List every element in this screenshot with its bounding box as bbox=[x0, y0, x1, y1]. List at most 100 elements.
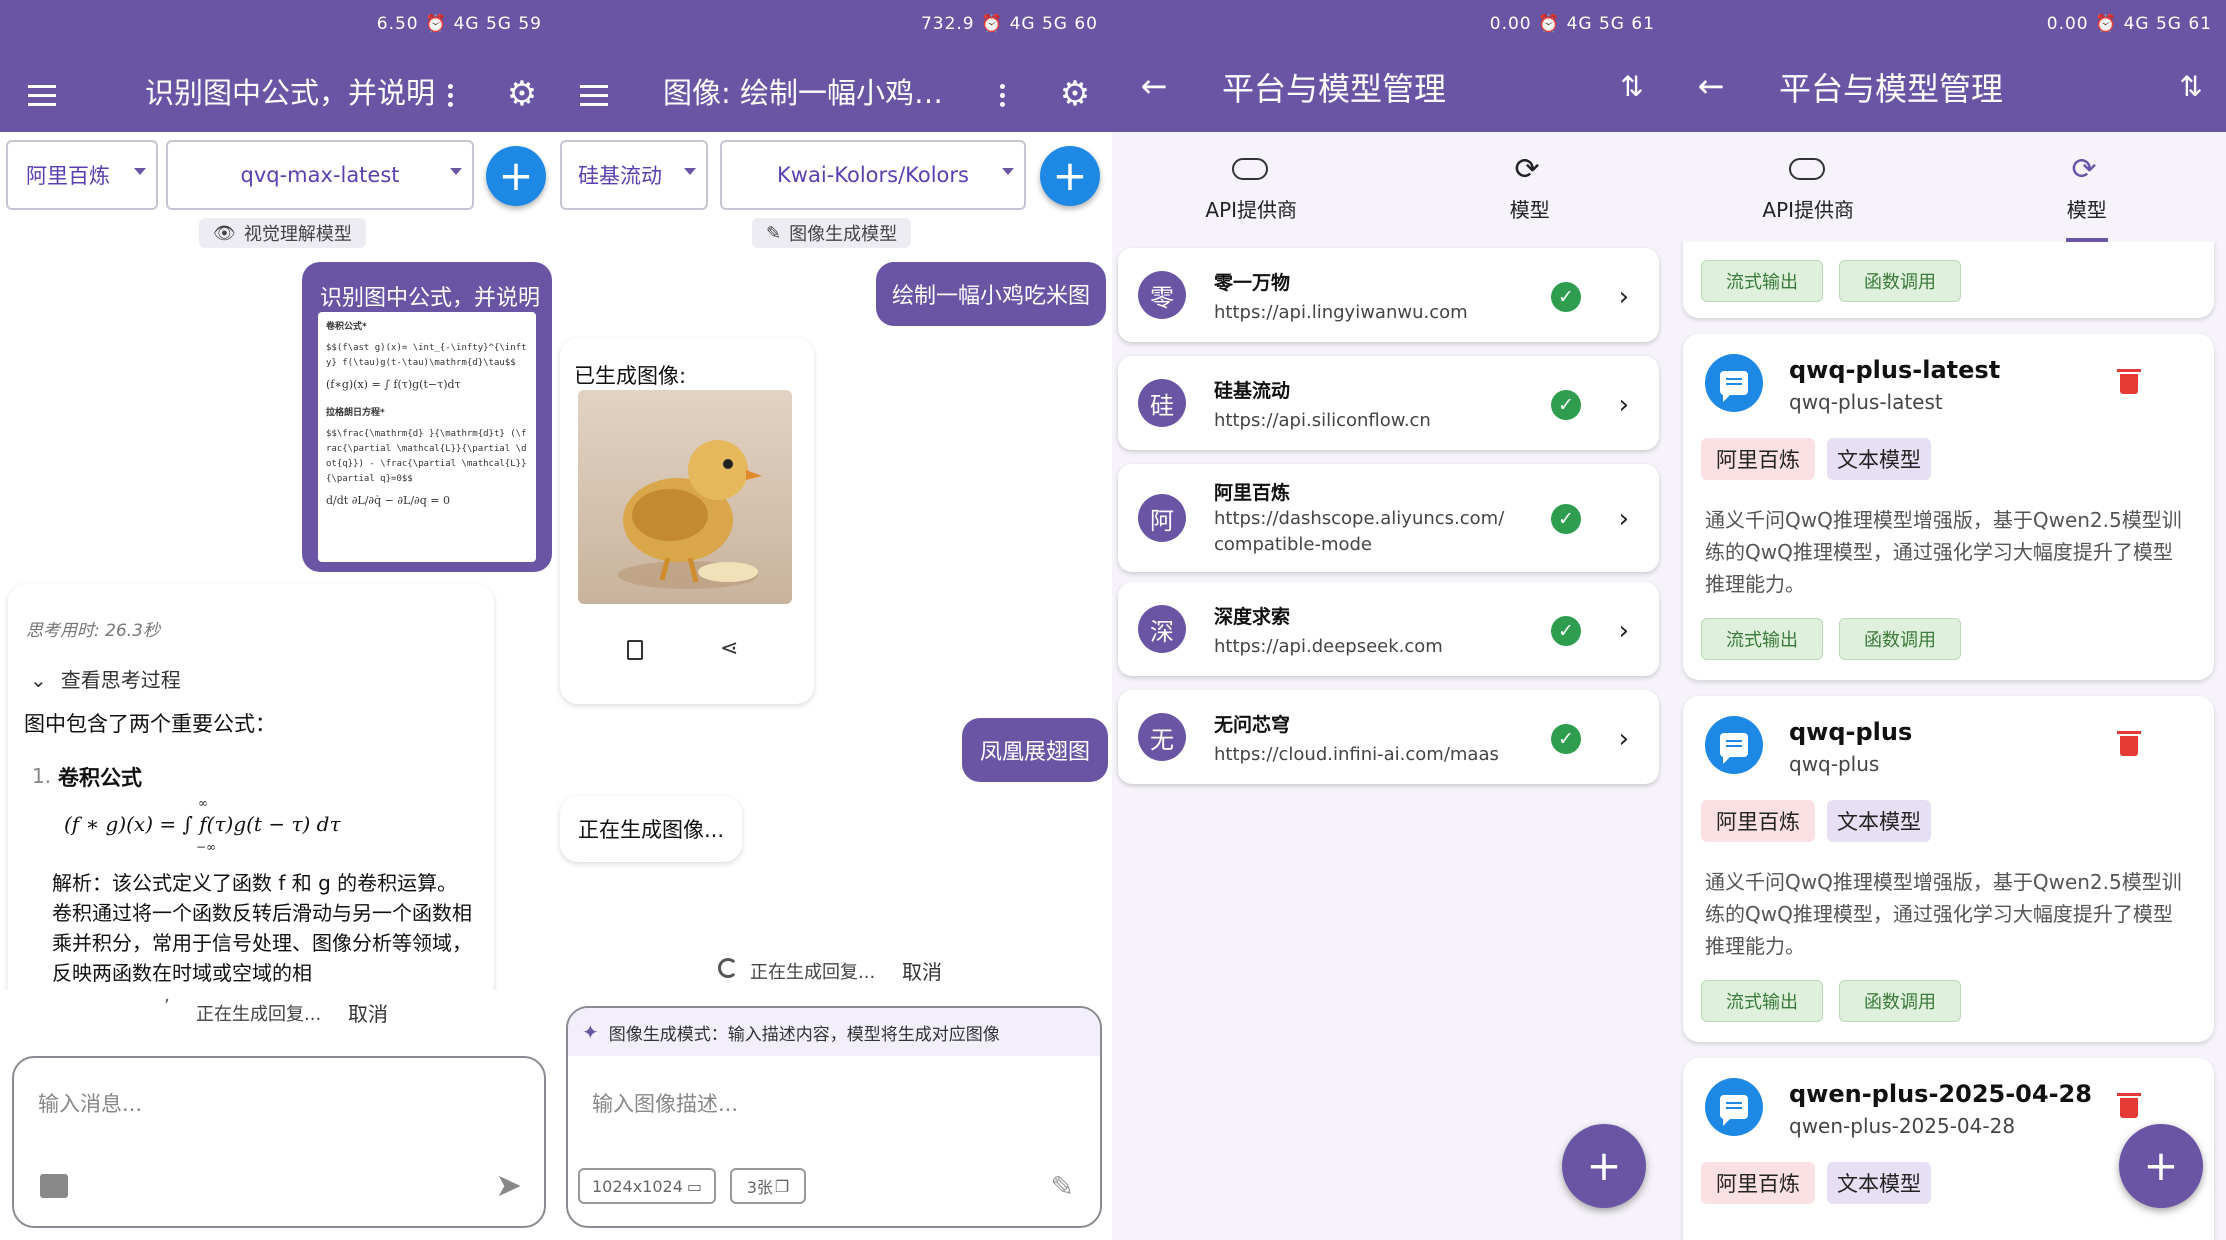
model-card[interactable]: qwq-plus qwq-plus 阿里百炼 文本模型 通义千问QwQ推理模型增… bbox=[1683, 696, 2214, 1042]
add-button[interactable]: + bbox=[486, 146, 546, 206]
delete-icon[interactable] bbox=[2117, 369, 2141, 394]
chevron-down-icon: ⌄ bbox=[30, 668, 47, 692]
model-type-badge: 👁 视觉理解模型 bbox=[199, 218, 366, 248]
assistant-message: 思考用时: 26.3秒 ⌄ 查看思考过程 图中包含了两个重要公式： 1. 卷积公式… bbox=[8, 584, 494, 1004]
check-circle-icon: ✓ bbox=[1551, 616, 1581, 646]
menu-icon[interactable] bbox=[22, 75, 62, 115]
provider-avatar: 阿 bbox=[1138, 494, 1186, 542]
image-icon[interactable] bbox=[40, 1174, 68, 1198]
add-provider-button[interactable]: + bbox=[1562, 1124, 1646, 1208]
chick-image[interactable] bbox=[578, 390, 792, 604]
type-tag: 文本模型 bbox=[1827, 1162, 1931, 1204]
sort-icon[interactable]: ⇅ bbox=[2171, 66, 2211, 106]
chevron-down-icon bbox=[134, 168, 146, 175]
chevron-right-icon: › bbox=[1618, 390, 1629, 420]
provider-tag: 阿里百炼 bbox=[1701, 800, 1815, 842]
status-bar: 0.00 ⏰ 4G 5G 61 bbox=[1669, 0, 2226, 48]
provider-item[interactable]: 阿阿里百炼 https://dashscope.aliyuncs.com/comp… bbox=[1118, 464, 1659, 572]
tab-models[interactable]: ⟳ 模型 bbox=[1391, 132, 1670, 242]
provider-tag: 阿里百炼 bbox=[1701, 1162, 1815, 1204]
convolution-formula: (f ∗ g)(x) = ∫ f(τ)g(t − τ) dτ bbox=[64, 812, 341, 836]
generating-bar: 正在生成回复... 取消 bbox=[556, 950, 1112, 990]
model-dropdown[interactable]: qvq-max-latest bbox=[166, 140, 474, 210]
sparkle-icon: ✦ bbox=[582, 1020, 599, 1044]
tab-providers[interactable]: API提供商 bbox=[1112, 132, 1391, 242]
sort-icon[interactable]: ⇅ bbox=[1612, 66, 1652, 106]
provider-avatar: 无 bbox=[1138, 713, 1186, 761]
mode-hint: ✦ 图像生成模式：输入描述内容，模型将生成对应图像 bbox=[568, 1008, 1100, 1056]
provider-tag: 阿里百炼 bbox=[1701, 438, 1815, 480]
user-message: 凤凰展翅图 bbox=[962, 718, 1108, 782]
back-arrow-icon[interactable]: ← bbox=[1691, 66, 1731, 106]
tag-stream: 流式输出 bbox=[1701, 618, 1823, 660]
attached-image[interactable]: 卷积公式* $$(f\ast g)(x)= \int_{-\infty}^{\i… bbox=[318, 312, 536, 562]
chat-icon bbox=[1705, 1078, 1763, 1136]
provider-item[interactable]: 深深度求索 https://api.deepseek.com ✓ › bbox=[1118, 582, 1659, 676]
image-input-box: ✦ 图像生成模式：输入描述内容，模型将生成对应图像 输入图像描述... 1024x… bbox=[566, 1006, 1102, 1228]
more-icon[interactable] bbox=[430, 75, 470, 115]
tab-bar: API提供商 ⟳ 模型 bbox=[1112, 132, 1669, 242]
model-card-partial: 流式输出 函数调用 bbox=[1683, 242, 2214, 318]
settings-icon[interactable]: ⚙ bbox=[1053, 72, 1097, 116]
chevron-right-icon: › bbox=[1618, 504, 1629, 534]
check-circle-icon: ✓ bbox=[1551, 504, 1581, 534]
chevron-right-icon: › bbox=[1618, 616, 1629, 646]
chat-screen-vision: 6.50 ⏰ 4G 5G 59 识别图中公式，并说明 ⚙ 阿里百炼 qvq-ma… bbox=[0, 0, 556, 1240]
tab-models[interactable]: ⟳ 模型 bbox=[1948, 132, 2226, 242]
delete-icon[interactable] bbox=[2117, 1093, 2141, 1118]
model-card[interactable]: qwq-plus-latest qwq-plus-latest 阿里百炼 文本模… bbox=[1683, 334, 2214, 680]
tag-function-call: 函数调用 bbox=[1839, 618, 1961, 660]
tag-function-call: 函数调用 bbox=[1839, 260, 1961, 302]
add-model-button[interactable]: + bbox=[2119, 1124, 2203, 1208]
settings-icon[interactable]: ⚙ bbox=[500, 72, 544, 116]
tag-function-call: 函数调用 bbox=[1839, 980, 1961, 1022]
brush-icon[interactable]: ✎ bbox=[1051, 1170, 1074, 1203]
check-circle-icon: ✓ bbox=[1551, 390, 1581, 420]
cancel-button[interactable]: 取消 bbox=[348, 998, 388, 1027]
aspect-ratio-icon: ▭ bbox=[686, 1176, 703, 1196]
view-thinking-toggle[interactable]: ⌄ 查看思考过程 bbox=[30, 664, 181, 693]
provider-avatar: 深 bbox=[1138, 605, 1186, 653]
message-input[interactable]: 输入消息... bbox=[38, 1088, 142, 1118]
provider-management-screen: 0.00 ⏰ 4G 5G 61 ← 平台与模型管理 ⇅ API提供商 ⟳ 模型 … bbox=[1112, 0, 1669, 1240]
spinner-icon bbox=[718, 958, 738, 978]
model-management-screen: 0.00 ⏰ 4G 5G 61 ← 平台与模型管理 ⇅ API提供商 ⟳ 模型 … bbox=[1669, 0, 2226, 1240]
cancel-button[interactable]: 取消 bbox=[902, 956, 942, 985]
send-icon[interactable]: ➤ bbox=[495, 1166, 522, 1204]
model-dropdown[interactable]: Kwai-Kolors/Kolors bbox=[720, 140, 1026, 210]
tag-stream: 流式输出 bbox=[1701, 980, 1823, 1022]
size-selector[interactable]: 1024x1024 ▭ bbox=[578, 1168, 716, 1204]
add-button[interactable]: + bbox=[1040, 146, 1100, 206]
chevron-down-icon bbox=[684, 168, 696, 175]
tab-bar: API提供商 ⟳ 模型 bbox=[1669, 132, 2226, 242]
images-icon: ❐ bbox=[774, 1176, 790, 1196]
page-title: 图像: 绘制一幅小鸡… bbox=[663, 76, 943, 110]
generated-image-card: 已生成图像: ⋖ bbox=[560, 338, 814, 704]
count-selector[interactable]: 3张 ❐ bbox=[730, 1168, 806, 1204]
provider-item[interactable]: 无无问芯穹 https://cloud.infini-ai.com/maas ✓ › bbox=[1118, 690, 1659, 784]
back-arrow-icon[interactable]: ← bbox=[1134, 66, 1174, 106]
explanation-text: 解析：该公式定义了函数 f 和 g 的卷积运算。卷积通过将一个函数反转后滑动与另… bbox=[52, 871, 472, 985]
app-bar: ← 平台与模型管理 ⇅ bbox=[1112, 48, 1669, 132]
message-input-box: 输入消息... ➤ bbox=[12, 1056, 546, 1228]
image-prompt-input[interactable]: 输入图像描述... bbox=[592, 1088, 738, 1118]
provider-dropdown[interactable]: 硅基流动 bbox=[560, 140, 708, 210]
check-circle-icon: ✓ bbox=[1551, 724, 1581, 754]
copy-icon[interactable] bbox=[627, 640, 643, 660]
provider-dropdown[interactable]: 阿里百炼 bbox=[6, 140, 158, 210]
more-icon[interactable] bbox=[982, 75, 1022, 115]
tab-providers[interactable]: API提供商 bbox=[1669, 132, 1948, 242]
share-icon[interactable]: ⋖ bbox=[720, 636, 738, 661]
provider-item[interactable]: 零零一万物 https://api.lingyiwanwu.com ✓ › bbox=[1118, 248, 1659, 342]
page-title: 识别图中公式，并说明 bbox=[145, 76, 435, 110]
chat-screen-image: 732.9 ⏰ 4G 5G 60 图像: 绘制一幅小鸡… ⚙ 硅基流动 Kwai… bbox=[556, 0, 1112, 1240]
chevron-down-icon bbox=[1002, 168, 1014, 175]
chevron-right-icon: › bbox=[1618, 282, 1629, 312]
app-bar: ← 平台与模型管理 ⇅ bbox=[1669, 48, 2226, 132]
menu-icon[interactable] bbox=[574, 75, 614, 115]
delete-icon[interactable] bbox=[2117, 731, 2141, 756]
generating-image-card: 正在生成图像... bbox=[560, 796, 742, 862]
cloud-icon bbox=[1789, 158, 1825, 180]
provider-item[interactable]: 硅硅基流动 https://api.siliconflow.cn ✓ › bbox=[1118, 356, 1659, 450]
page-title: 平台与模型管理 bbox=[1779, 70, 2004, 108]
